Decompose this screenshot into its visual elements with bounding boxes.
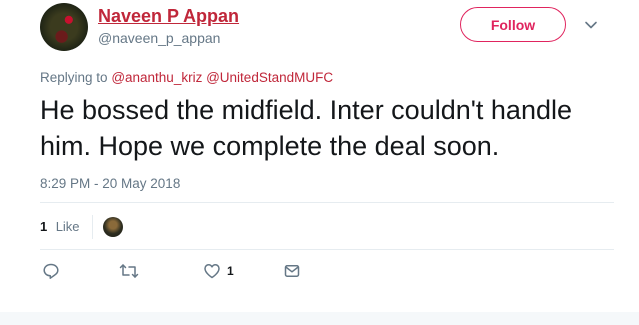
divider [40,202,614,203]
divider [91,215,93,239]
direct-message-icon [283,262,301,280]
direct-message-button[interactable] [283,262,301,280]
reply-icon [42,262,60,280]
replying-to-label: Replying to [40,70,108,85]
likes-label: Like [55,219,80,234]
replying-to: Replying to @ananthu_kriz @UnitedStandMU… [40,70,333,85]
page-footer-strip [0,312,639,325]
liker-avatar[interactable] [102,217,123,237]
tweet-text: He bossed the midfield. Inter couldn't h… [40,95,572,161]
retweet-icon [119,262,139,280]
heart-icon [203,262,221,280]
like-count: 1 [227,264,234,278]
likes-row: 1 Like [40,212,123,242]
timestamp[interactable]: 8:29 PM - 20 May 2018 [40,176,180,191]
follow-button[interactable]: Follow [460,7,566,42]
avatar[interactable] [40,3,88,51]
tweet-card: Naveen P Appan @naveen_p_appan Follow Re… [0,0,639,312]
mention-link[interactable]: @UnitedStandMUFC [206,70,333,85]
caret-down-icon[interactable] [583,17,599,33]
display-name[interactable]: Naveen P Appan [98,6,239,27]
retweet-button[interactable] [119,262,145,280]
mention-link[interactable]: @ananthu_kriz [111,70,202,85]
reply-button[interactable] [42,262,66,280]
divider [40,249,614,250]
like-button[interactable]: 1 [203,262,234,280]
likes-count: 1 [40,219,48,234]
screen-name[interactable]: @naveen_p_appan [98,30,220,46]
likes-link[interactable]: 1 Like [40,218,80,236]
